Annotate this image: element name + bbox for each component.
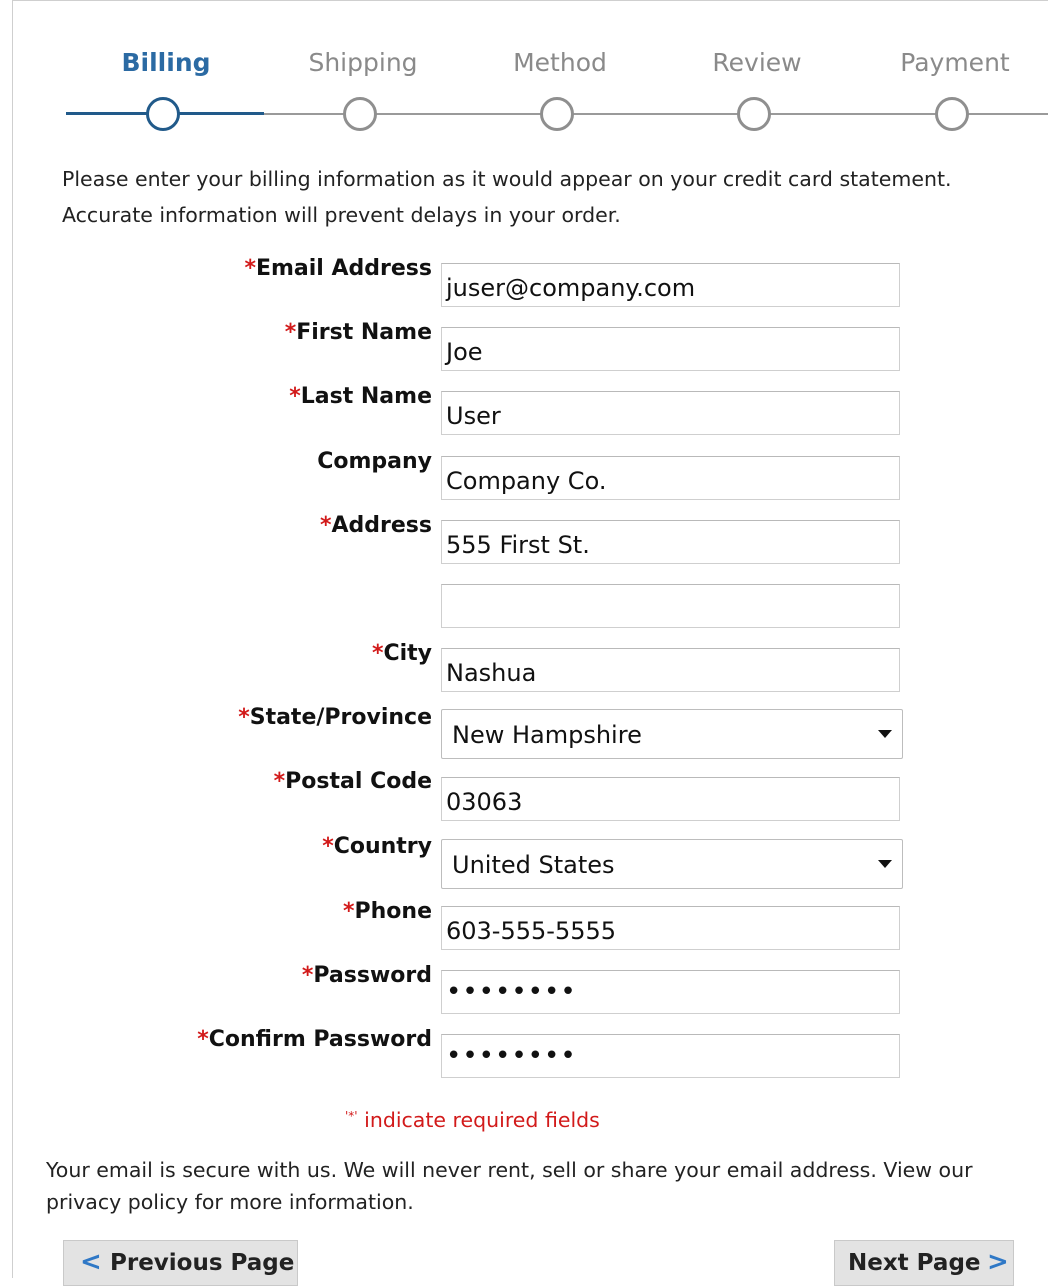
step-marker-review-icon[interactable] (737, 97, 771, 131)
step-marker-method-icon[interactable] (540, 97, 574, 131)
country-label: *Country (322, 834, 432, 859)
password-value: •••••••• (446, 977, 577, 1007)
city-value: Nashua (446, 659, 537, 687)
required-asterisk: * (197, 1027, 209, 1052)
phone-label: *Phone (343, 899, 432, 924)
state-label: *State/Province (238, 705, 432, 730)
last-name-value: User (446, 402, 501, 430)
country-value: United States (452, 851, 615, 879)
company-value: Company Co. (446, 467, 607, 495)
postal-code-field[interactable]: 03063 (441, 777, 900, 821)
company-field[interactable]: Company Co. (441, 456, 900, 500)
required-asterisk: * (238, 705, 250, 730)
required-asterisk: * (371, 641, 384, 666)
city-label: *City (371, 641, 432, 666)
chevron-right-icon: > (987, 1247, 1009, 1277)
password-field[interactable]: •••••••• (441, 970, 900, 1014)
required-asterisk: * (322, 834, 334, 859)
city-field[interactable]: Nashua (441, 648, 900, 692)
email-field[interactable]: juser@company.com (441, 263, 900, 307)
address-field[interactable]: 555 First St. (441, 520, 900, 564)
step-label-billing[interactable]: Billing (86, 48, 246, 77)
phone-field[interactable]: 603-555-5555 (441, 906, 900, 950)
required-asterisk: * (273, 769, 286, 794)
required-asterisk: * (244, 256, 256, 281)
step-marker-shipping-icon[interactable] (343, 97, 377, 131)
email-label: *Email Address (244, 256, 432, 281)
previous-page-label: Previous Page (110, 1250, 295, 1276)
email-value: juser@company.com (446, 274, 696, 302)
intro-line-2: Accurate information will prevent delays… (62, 203, 621, 227)
required-asterisk: * (284, 320, 297, 345)
state-select[interactable]: New Hampshire (441, 709, 903, 759)
step-marker-payment-icon[interactable] (935, 97, 969, 131)
previous-page-button[interactable]: < Previous Page (63, 1240, 298, 1286)
next-page-label: Next Page (848, 1250, 981, 1276)
first-name-value: Joe (446, 338, 483, 366)
intro-line-1: Please enter your billing information as… (62, 167, 952, 191)
confirm-password-value: •••••••• (446, 1041, 577, 1071)
confirm-password-label: *Confirm Password (197, 1027, 432, 1052)
required-asterisk: * (320, 513, 332, 538)
phone-value: 603-555-5555 (446, 917, 617, 945)
required-asterisk: * (343, 899, 355, 924)
required-asterisk: * (301, 963, 314, 988)
dropdown-arrow-icon (878, 730, 892, 738)
address-label: *Address (320, 513, 432, 538)
step-label-payment[interactable]: Payment (875, 48, 1035, 77)
step-label-shipping[interactable]: Shipping (283, 48, 443, 77)
password-label: *Password (301, 963, 432, 988)
address-value: 555 First St. (446, 531, 590, 559)
address-line2-field[interactable] (441, 584, 900, 628)
state-value: New Hampshire (452, 721, 642, 749)
company-label: Company (317, 449, 432, 474)
first-name-label: *First Name (284, 320, 432, 345)
step-label-method[interactable]: Method (480, 48, 640, 77)
next-page-button[interactable]: Next Page > (834, 1240, 1014, 1286)
step-marker-billing-icon[interactable] (146, 97, 180, 131)
privacy-line-2: privacy policy for more information. (46, 1190, 414, 1214)
last-name-field[interactable]: User (441, 391, 900, 435)
step-label-review[interactable]: Review (677, 48, 837, 77)
chevron-left-icon: < (80, 1247, 102, 1277)
postal-code-value: 03063 (446, 788, 523, 816)
first-name-field[interactable]: Joe (441, 327, 900, 371)
frame-border-left (12, 0, 13, 1278)
privacy-notice: Your email is secure with us. We will ne… (46, 1154, 1036, 1218)
required-asterisk: * (289, 384, 301, 409)
required-note-mark: '*' (345, 1109, 358, 1123)
last-name-label: *Last Name (289, 384, 432, 409)
required-note-text: indicate required fields (364, 1108, 600, 1132)
frame-border-top (12, 0, 1048, 1)
dropdown-arrow-icon (878, 860, 892, 868)
privacy-line-1: Your email is secure with us. We will ne… (46, 1158, 973, 1182)
required-fields-note: '*' indicate required fields (345, 1108, 600, 1132)
billing-intro: Please enter your billing information as… (62, 161, 1042, 233)
country-select[interactable]: United States (441, 839, 903, 889)
postal-code-label: *Postal Code (273, 769, 432, 794)
confirm-password-field[interactable]: •••••••• (441, 1034, 900, 1078)
